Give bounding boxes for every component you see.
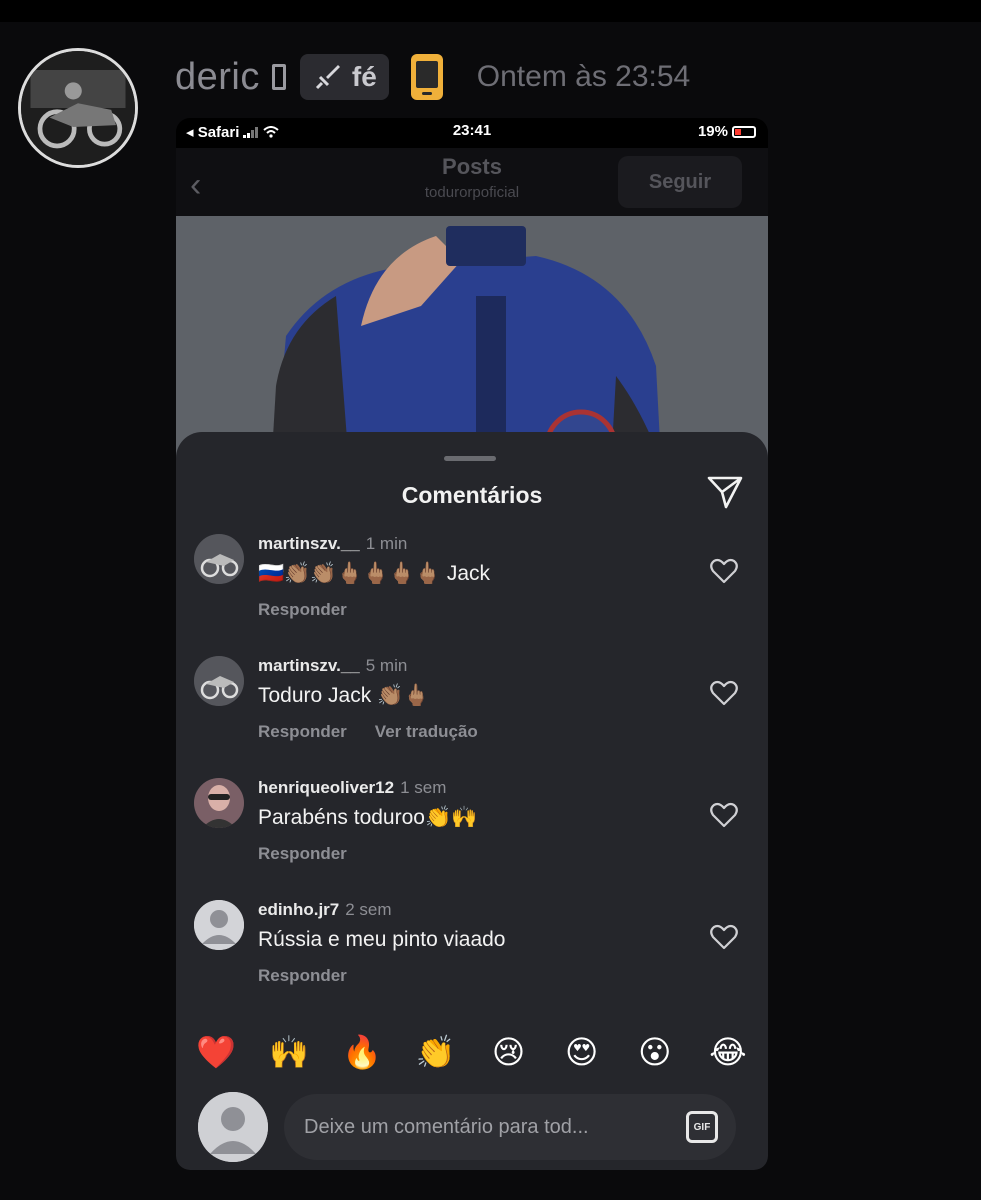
comment-item: henriqueoliver12 1 sem Parabéns toduroo👏🙌… — [176, 778, 768, 888]
battery-icon — [732, 125, 756, 138]
role-tag-label: fé — [351, 61, 377, 92]
reaction-surprised[interactable]: 😮 — [633, 1033, 677, 1071]
motorcycle-photo-icon — [194, 656, 244, 706]
comment-author-line: henriqueoliver12 1 sem — [258, 778, 446, 798]
reaction-heart-eyes[interactable]: 😍 — [560, 1033, 604, 1071]
commenter-avatar[interactable] — [194, 534, 244, 584]
see-translation-button[interactable]: Ver tradução — [375, 722, 478, 741]
author-username[interactable]: deric — [175, 56, 260, 99]
posts-nav-bar: ‹ Posts todurorpoficial Seguir — [176, 148, 768, 216]
comment-time: 1 min — [365, 534, 408, 553]
default-user-icon — [198, 1092, 268, 1162]
reaction-crying[interactable]: 😢 — [487, 1033, 531, 1071]
follow-button[interactable]: Seguir — [618, 156, 742, 208]
comment-time: 5 min — [365, 656, 408, 675]
reply-button[interactable]: Responder — [258, 722, 347, 741]
comment-input[interactable] — [284, 1094, 736, 1160]
share-send-icon[interactable] — [706, 474, 744, 510]
commenter-avatar[interactable] — [194, 656, 244, 706]
comments-sheet: Comentários martinszv.__ 1 min 🇷🇺👏🏽👏🏽🖕🏽🖕🏽… — [176, 432, 768, 1170]
reply-button[interactable]: Responder — [258, 600, 347, 619]
comments-title: Comentários — [401, 482, 543, 508]
comment-text: Toduro Jack 👏🏽🖕🏽 — [258, 684, 430, 707]
message-header: deric fé Ontem às 23:54 — [175, 52, 690, 102]
sheet-drag-handle[interactable] — [444, 456, 496, 461]
comment-text: 🇷🇺👏🏽👏🏽🖕🏽🖕🏽🖕🏽🖕🏽 Jack — [258, 562, 491, 585]
comment-actions: Responder — [258, 844, 347, 864]
author-avatar[interactable] — [18, 48, 138, 168]
comment-item: martinszv.__ 1 min 🇷🇺👏🏽👏🏽🖕🏽🖕🏽🖕🏽🖕🏽 Jack Re… — [176, 534, 768, 644]
quick-reactions-bar: ❤️ 🙌 🔥 👏 😢 😍 😮 😂 — [194, 1030, 750, 1074]
top-bar — [0, 0, 981, 22]
message-timestamp: Ontem às 23:54 — [476, 60, 691, 93]
reaction-raised-hands[interactable]: 🙌 — [267, 1033, 311, 1071]
commenter-avatar[interactable] — [194, 778, 244, 828]
status-bar: ◂ Safari 23:41 19% — [176, 118, 768, 146]
reaction-fire[interactable]: 🔥 — [340, 1033, 384, 1071]
comment-actions: Responder Ver tradução — [258, 722, 478, 742]
person-photo-icon — [194, 778, 244, 828]
status-time: 23:41 — [452, 122, 492, 139]
motorcycle-photo-icon — [21, 51, 135, 165]
like-heart-icon[interactable] — [710, 802, 738, 828]
composer-avatar — [198, 1092, 268, 1162]
reply-button[interactable]: Responder — [258, 966, 347, 985]
like-heart-icon[interactable] — [710, 924, 738, 950]
comment-username[interactable]: edinho.jr7 — [258, 900, 339, 919]
comment-time: 2 sem — [345, 900, 392, 919]
battery-percent: 19% — [697, 123, 728, 140]
like-heart-icon[interactable] — [710, 558, 738, 584]
reply-button[interactable]: Responder — [258, 844, 347, 863]
motorcycle-photo-icon — [194, 534, 244, 584]
comment-author-line: martinszv.__ 5 min — [258, 656, 407, 676]
comment-item: martinszv.__ 5 min Toduro Jack 👏🏽🖕🏽 Respo… — [176, 656, 768, 766]
comment-username[interactable]: henriqueoliver12 — [258, 778, 394, 797]
sword-icon — [315, 65, 340, 90]
comment-author-line: martinszv.__ 1 min — [258, 534, 407, 554]
comment-author-line: edinho.jr7 2 sem — [258, 900, 392, 920]
comment-username[interactable]: martinszv.__ — [258, 534, 360, 553]
comment-actions: Responder — [258, 966, 347, 986]
reaction-laughing[interactable]: 😂 — [706, 1033, 750, 1071]
gif-button[interactable]: GIF — [686, 1111, 718, 1143]
attached-screenshot[interactable]: ◂ Safari 23:41 19% ‹ Posts todurorpofici… — [176, 118, 768, 1170]
reaction-heart[interactable]: ❤️ — [194, 1033, 238, 1071]
role-tag[interactable]: fé — [299, 54, 389, 100]
default-user-icon — [194, 900, 244, 950]
missing-glyph-icon — [271, 64, 286, 90]
commenter-avatar[interactable] — [194, 900, 244, 950]
comment-text: Parabéns toduroo👏🙌 — [258, 806, 478, 829]
comment-username[interactable]: martinszv.__ — [258, 656, 360, 675]
mobile-phone-icon — [410, 54, 443, 100]
like-heart-icon[interactable] — [710, 680, 738, 706]
reaction-clap[interactable]: 👏 — [413, 1033, 457, 1071]
comment-time: 1 sem — [400, 778, 447, 797]
comment-item: edinho.jr7 2 sem Rússia e meu pinto viaad… — [176, 900, 768, 1010]
comment-actions: Responder — [258, 600, 347, 620]
comment-text: Rússia e meu pinto viaado — [258, 928, 506, 951]
